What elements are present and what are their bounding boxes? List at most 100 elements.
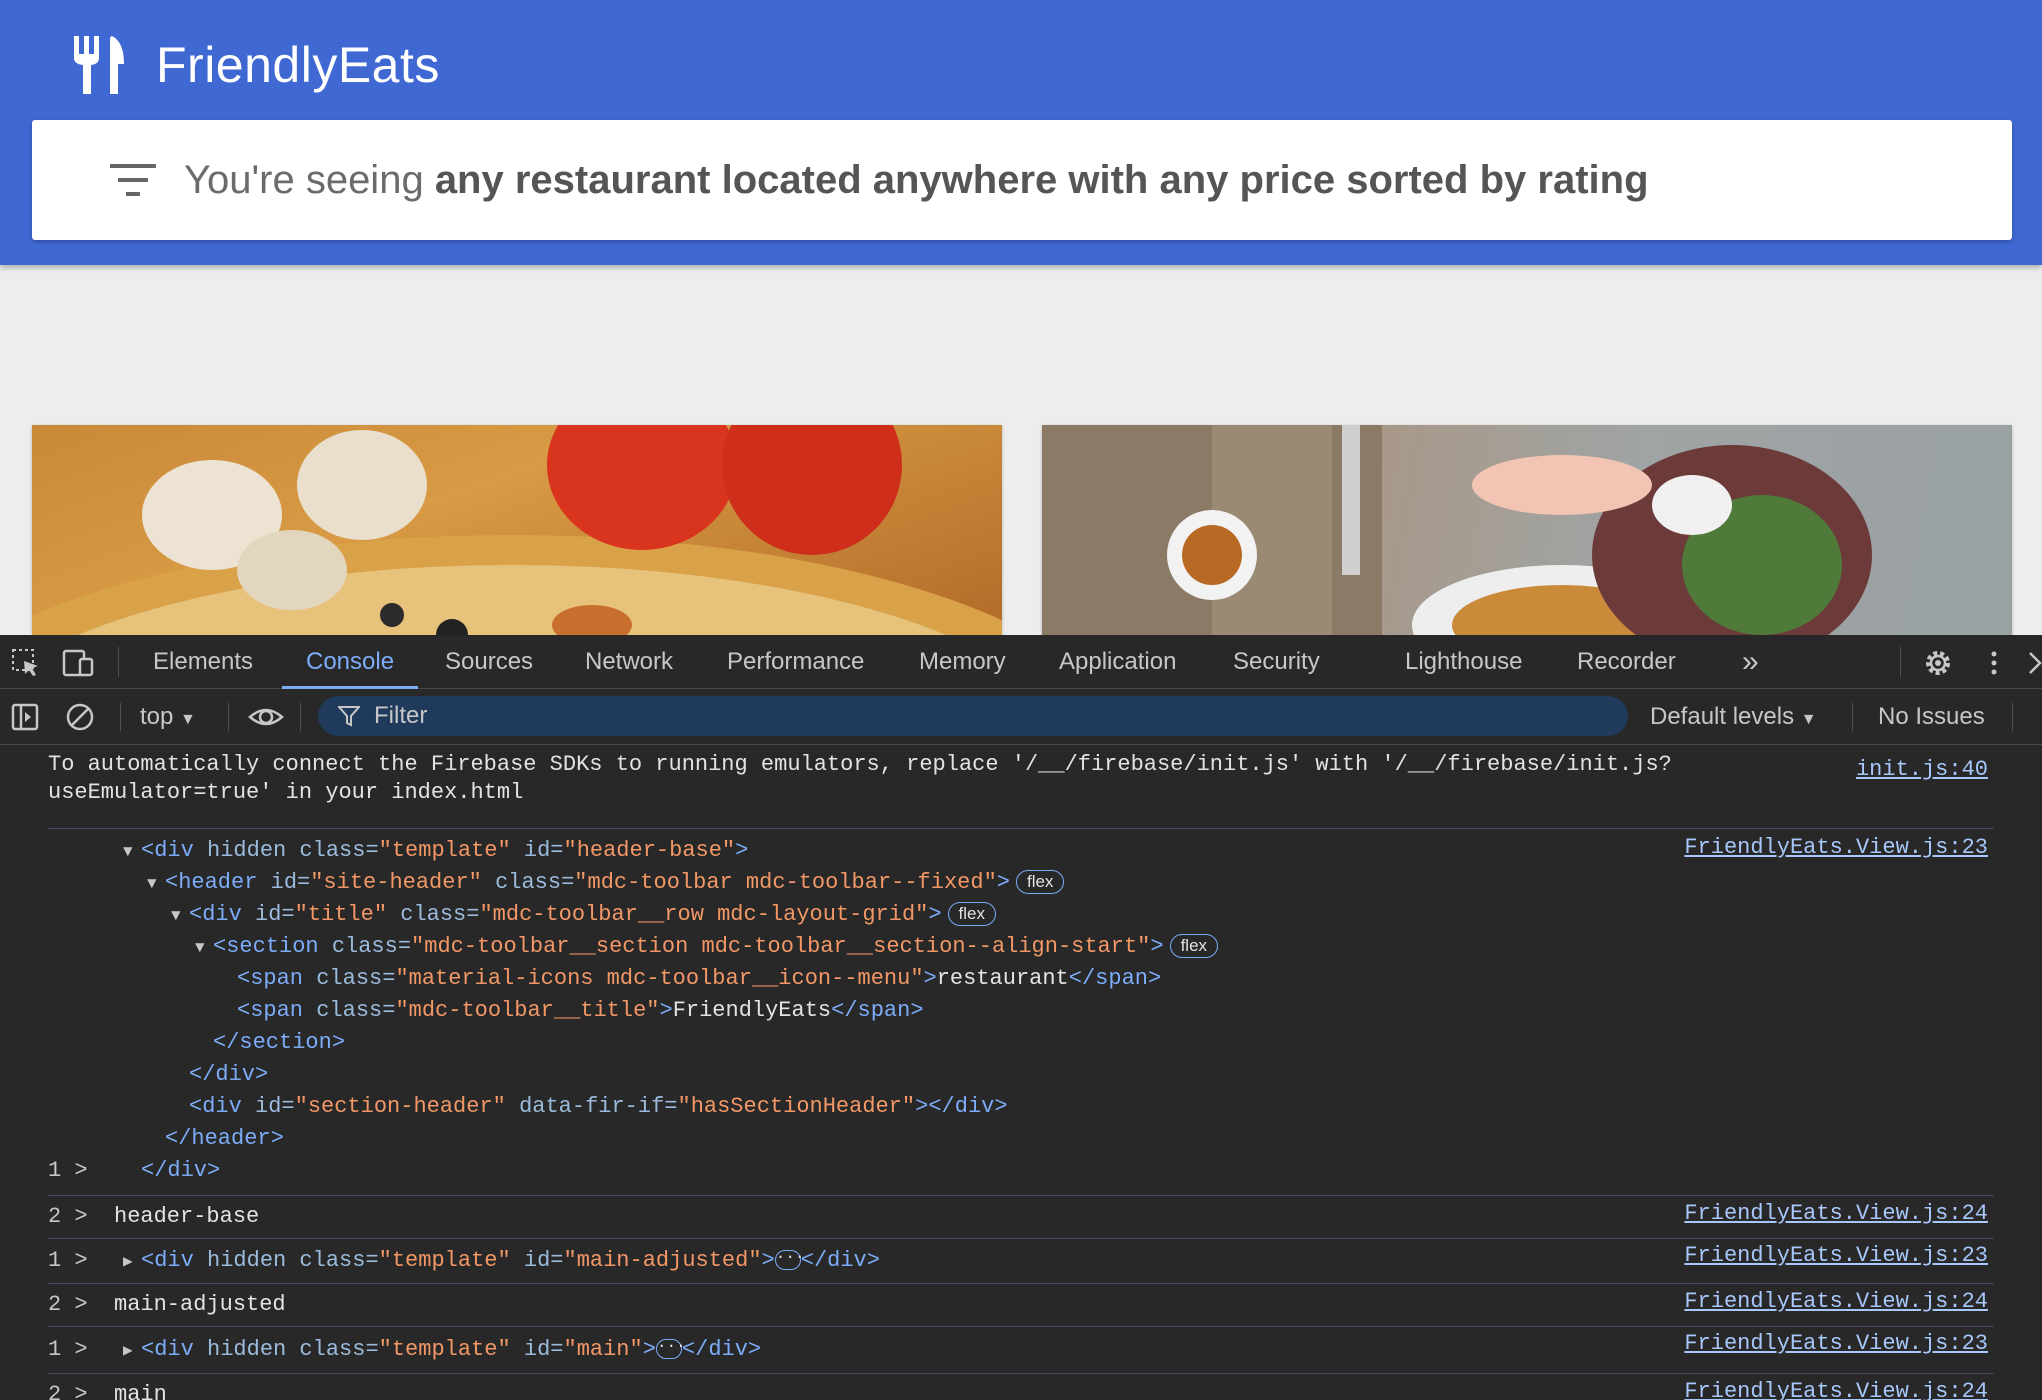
repeat-count: 2 > [48, 1204, 88, 1229]
message-line: useEmulator=true' in your index.html [48, 780, 524, 805]
flex-badge[interactable]: flex [1169, 934, 1219, 959]
restaurant-card-image[interactable] [1042, 425, 2012, 635]
expanded-triangle-icon: ▼ [147, 875, 157, 893]
node-id: main [576, 1337, 630, 1362]
source-link[interactable]: FriendlyEats.View.js:23 [1684, 1331, 1988, 1356]
message-text: main-adjusted [114, 1292, 286, 1317]
log-levels-select[interactable]: Default levels ▼ [1650, 689, 1817, 745]
message-text: main [114, 1382, 167, 1400]
tab-security[interactable]: Security [1233, 635, 1320, 689]
node-text: FriendlyEats [672, 998, 832, 1023]
chevron-down-icon: ▼ [180, 711, 196, 728]
console-message: To automatically connect the Firebase SD… [48, 751, 1994, 829]
repeat-count: 1 > [48, 1158, 88, 1183]
brand: FriendlyEats [72, 30, 440, 100]
tab-recorder[interactable]: Recorder [1577, 635, 1676, 689]
console-filter-input[interactable]: Filter [318, 696, 1628, 736]
message-text: header-base [114, 1204, 260, 1229]
restaurant-icon [74, 36, 124, 94]
tree-node[interactable]: <span class="material-icons mdc-toolbar_… [48, 963, 1994, 995]
node-id: main-adjusted [576, 1248, 749, 1273]
collapsed-triangle-icon: ▶ [123, 1253, 133, 1271]
settings-gear-icon[interactable] [1922, 647, 1954, 679]
console-message: 2 > main-adjusted FriendlyEats.View.js:24 [48, 1284, 1994, 1327]
devtools-panel: Elements Console Sources Network Perform… [0, 635, 2042, 1400]
filter-placeholder: Filter [374, 702, 428, 729]
source-link[interactable]: FriendlyEats.View.js:23 [1684, 1243, 1988, 1268]
tree-node[interactable]: 1 > </div> [48, 1155, 1994, 1187]
table-photo [1042, 425, 1872, 635]
source-link[interactable]: init.js:40 [1856, 757, 1988, 782]
tree-node[interactable]: </div> [48, 1059, 1994, 1091]
repeat-count: 2 > [48, 1382, 88, 1400]
tab-memory[interactable]: Memory [919, 635, 1006, 689]
ellipsis-icon[interactable]: ··· [655, 1338, 686, 1360]
expanded-triangle-icon: ▼ [171, 907, 181, 925]
tree-node[interactable]: </header> [48, 1123, 1994, 1155]
node-text: restaurant [936, 966, 1069, 991]
divider [300, 703, 301, 731]
source-link[interactable]: FriendlyEats.View.js:24 [1684, 1379, 1988, 1400]
filter-bar[interactable]: You're seeing any restaurant located any… [32, 120, 2012, 240]
issues-counter[interactable]: No Issues [1878, 689, 1985, 745]
inspect-element-icon[interactable] [10, 647, 42, 679]
console-message: 2 > main FriendlyEats.View.js:24 [48, 1374, 1994, 1400]
console-messages: To automatically connect the Firebase SD… [0, 746, 2042, 1400]
tree-node[interactable]: ▼ <section class="mdc-toolbar__section md… [48, 931, 1994, 963]
tree-node[interactable]: </section> [48, 1027, 1994, 1059]
source-link[interactable]: FriendlyEats.View.js:23 [1684, 835, 1988, 860]
repeat-count: 2 > [48, 1292, 88, 1317]
divider [120, 703, 121, 731]
tab-elements[interactable]: Elements [153, 635, 253, 689]
divider [228, 703, 229, 731]
tree-node[interactable]: <div id="section-header" data-fir-if="ha… [48, 1091, 1994, 1123]
filter-summary-bold: any restaurant located anywhere with any… [434, 157, 1649, 202]
console-message-element: 1 > ▶ <div hidden class="template" id="mai… [48, 1327, 1994, 1374]
more-tabs-button[interactable]: » [1742, 635, 1759, 689]
restaurant-card-image[interactable] [32, 425, 1002, 635]
collapsed-triangle-icon: ▶ [123, 1342, 133, 1360]
pizza-photo [32, 425, 1002, 635]
live-expression-eye-icon[interactable] [248, 701, 284, 733]
divider [118, 647, 119, 677]
tab-application[interactable]: Application [1059, 635, 1176, 689]
sidebar-toggle-icon[interactable] [10, 701, 42, 733]
divider [1852, 703, 1853, 731]
brand-title: FriendlyEats [156, 37, 440, 93]
tab-console[interactable]: Console [282, 635, 419, 689]
divider [2012, 703, 2013, 731]
ellipsis-icon[interactable]: ··· [774, 1249, 805, 1271]
tab-lighthouse[interactable]: Lighthouse [1405, 635, 1522, 689]
tree-node[interactable]: ▼ <div id="title" class="mdc-toolbar__row… [48, 899, 1994, 931]
tab-sources[interactable]: Sources [445, 635, 533, 689]
message-line: To automatically connect the Firebase SD… [48, 752, 1672, 777]
filter-funnel-icon [338, 706, 360, 727]
console-message-element: FriendlyEats.View.js:23 ▼ <div hidden cla… [48, 829, 1994, 1196]
tab-network[interactable]: Network [585, 635, 673, 689]
repeat-count: 1 > [48, 1337, 88, 1362]
divider [1900, 647, 1901, 677]
filter-prefix: You're seeing [184, 157, 435, 202]
source-link[interactable]: FriendlyEats.View.js:24 [1684, 1289, 1988, 1314]
context-value: top [140, 703, 174, 730]
console-message: 2 > header-base FriendlyEats.View.js:24 [48, 1196, 1994, 1239]
expanded-triangle-icon: ▼ [123, 843, 133, 861]
device-toolbar-icon[interactable] [62, 647, 94, 679]
flex-badge[interactable]: flex [1015, 870, 1065, 895]
console-toolbar: top ▼ Filter Default levels ▼ No Issues [0, 689, 2042, 745]
filter-summary: You're seeing any restaurant located any… [184, 158, 1649, 203]
clear-console-icon[interactable] [64, 701, 96, 733]
context-select[interactable]: top ▼ [140, 689, 196, 745]
close-devtools-icon[interactable] [2026, 647, 2042, 679]
flex-badge[interactable]: flex [947, 902, 997, 927]
more-options-icon[interactable] [1978, 647, 2010, 679]
console-message-element: 1 > ▶ <div hidden class="template" id="mai… [48, 1239, 1994, 1284]
chevron-down-icon: ▼ [1800, 711, 1817, 728]
repeat-count: 1 > [48, 1248, 88, 1273]
devtools-tab-bar: Elements Console Sources Network Perform… [0, 635, 2042, 689]
source-link[interactable]: FriendlyEats.View.js:24 [1684, 1201, 1988, 1226]
filter-list-icon [110, 164, 156, 196]
tree-node[interactable]: ▼ <header id="site-header" class="mdc-too… [48, 867, 1994, 899]
tab-performance[interactable]: Performance [727, 635, 864, 689]
tree-node[interactable]: <span class="mdc-toolbar__title">Friendl… [48, 995, 1994, 1027]
